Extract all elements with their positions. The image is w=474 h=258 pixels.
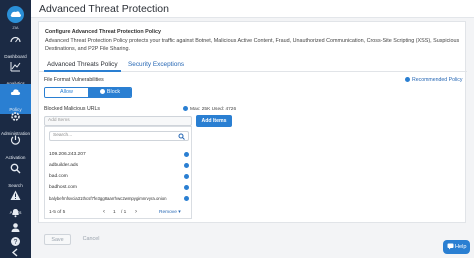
list-item[interactable]: bad.com [49, 171, 189, 182]
allow-option[interactable]: Allow [45, 88, 88, 97]
user-icon[interactable] [10, 222, 21, 233]
policy-card: Configure Advanced Threat Protection Pol… [38, 21, 467, 223]
file-format-vulnerabilities-label: File Format Vulnerabilities [44, 77, 104, 83]
help-label: Help [455, 244, 467, 250]
check-icon [99, 89, 105, 94]
cloud-icon [10, 89, 21, 95]
sidebar-item-search[interactable]: Search [0, 160, 31, 190]
remove-icon[interactable] [184, 185, 189, 190]
tab-security-exceptions[interactable]: Security Exceptions [128, 61, 184, 68]
search-icon[interactable] [178, 133, 185, 140]
chevron-down-icon: ▾ [178, 210, 181, 215]
add-items-button[interactable]: Add Items [196, 115, 232, 127]
allow-block-toggle: Allow Block [44, 87, 132, 98]
blocked-urls-label: Blocked Malicious URLs [44, 106, 100, 112]
recommended-policy-link[interactable]: Recommended Policy [405, 77, 462, 83]
max-used-counter: Max: 25K Used: 4726 [183, 106, 236, 112]
add-items-input[interactable]: Add Items [44, 116, 192, 126]
list-item[interactable]: adbuilder.ads [49, 160, 189, 171]
activation-icon [10, 135, 21, 145]
url-text: balybefrnfsvcia31thcsf7fe3gg8aarrhwc2wmp… [49, 196, 167, 201]
info-icon [405, 77, 410, 82]
remove-button-label: Remove [159, 210, 177, 215]
block-option[interactable]: Block [88, 88, 131, 97]
info-icon [183, 106, 188, 111]
recommended-policy-label: Recommended Policy [412, 77, 463, 83]
search-placeholder: Search... [53, 133, 73, 138]
url-text: 109.206.243.207 [49, 152, 86, 157]
active-tab-indicator [44, 70, 121, 72]
sidebar-item-activation[interactable]: Activation [0, 132, 31, 162]
tab-advanced-threats-policy[interactable]: Advanced Threats Policy [47, 61, 118, 68]
save-button[interactable]: Save [44, 234, 71, 245]
alert-icon [10, 190, 21, 200]
search-input[interactable]: Search... [49, 131, 189, 141]
page-header: Advanced Threat Protection [31, 0, 474, 18]
gear-icon [11, 112, 20, 121]
page-number-input[interactable]: 1 [113, 210, 116, 215]
blocked-urls-list: Search... 109.206.243.207 adbuilder.ads … [44, 126, 192, 219]
bell-icon[interactable] [10, 207, 21, 218]
analytics-icon [10, 62, 21, 72]
block-option-label: Block [106, 89, 121, 95]
chat-icon [447, 243, 454, 250]
cancel-button[interactable]: Cancel [78, 234, 104, 245]
dashboard-icon [10, 36, 21, 43]
max-used-text: Max: 25K Used: 4726 [190, 107, 237, 112]
url-text: badhost.com [49, 185, 78, 190]
search-icon [10, 163, 21, 174]
remove-button[interactable]: Remove ▾ [159, 210, 181, 215]
list-item[interactable]: badhost.com [49, 182, 189, 193]
sidebar-item-dashboard[interactable]: Dashboard [0, 31, 31, 61]
remove-icon[interactable] [184, 163, 189, 168]
remove-icon[interactable] [184, 152, 189, 157]
brand-label: ZIA [12, 25, 19, 30]
svg-text:?: ? [14, 239, 18, 246]
page-range: 1-5 of 5 [49, 210, 66, 215]
config-description: Advanced Threat Protection Policy protec… [45, 38, 460, 52]
remove-icon[interactable] [184, 174, 189, 179]
remove-icon[interactable] [184, 196, 189, 201]
main-content: Configure Advanced Threat Protection Pol… [31, 18, 474, 258]
page-title: Advanced Threat Protection [39, 3, 169, 15]
url-text: adbuilder.ads [49, 163, 79, 168]
config-title: Configure Advanced Threat Protection Pol… [45, 29, 162, 35]
zscaler-logo-icon [7, 6, 24, 23]
help-button[interactable]: Help [443, 240, 470, 254]
collapse-icon[interactable] [10, 247, 21, 258]
prev-page-icon[interactable]: ‹ [103, 209, 105, 215]
list-item[interactable]: balybefrnfsvcia31thcsf7fe3gg8aarrhwc2wmp… [49, 193, 189, 204]
page-total: / 1 [121, 210, 127, 215]
pagination-bar: 1-5 of 5 ‹ 1 / 1 › Remove ▾ [45, 209, 191, 219]
sidebar: ZIA Dashboard Analytics Policy Administr… [0, 0, 31, 258]
url-text: bad.com [49, 174, 68, 179]
list-item[interactable]: 109.206.243.207 [49, 149, 189, 160]
next-page-icon[interactable]: › [135, 209, 137, 215]
help-circle-icon[interactable]: ? [10, 236, 21, 247]
